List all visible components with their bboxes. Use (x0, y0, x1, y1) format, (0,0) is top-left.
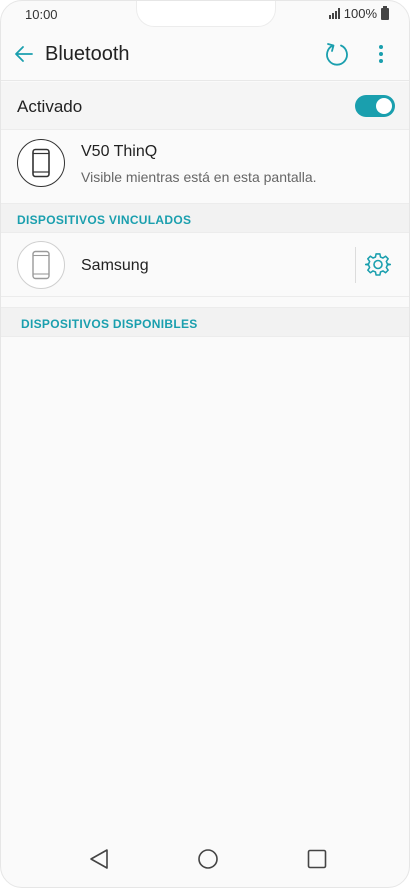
available-devices-list (1, 337, 409, 837)
bluetooth-switch[interactable] (355, 95, 395, 117)
status-bar: 10:00 100% (1, 1, 409, 29)
paired-device-name: Samsung (81, 257, 149, 274)
signal-icon (328, 8, 340, 19)
display-notch (136, 1, 276, 27)
gear-icon (364, 253, 392, 276)
battery-percent: 100% (343, 6, 377, 21)
phone-icon (32, 148, 50, 178)
switch-knob (376, 98, 392, 114)
paired-device-avatar (17, 241, 65, 289)
phone-screen: 10:00 100% Bluetooth Activado V50 ThinQ … (0, 0, 410, 888)
battery-icon (381, 5, 389, 20)
app-bar: Bluetooth (1, 29, 409, 81)
bluetooth-toggle-row[interactable]: Activado (1, 82, 409, 130)
more-options-button[interactable] (369, 40, 393, 68)
this-device-row[interactable]: V50 ThinQ Visible mientras está en esta … (1, 131, 409, 199)
status-indicators: 100% (328, 5, 389, 21)
refresh-button[interactable] (323, 40, 351, 68)
row-divider (355, 247, 356, 283)
triangle-back-icon (90, 849, 108, 869)
page-title: Bluetooth (45, 43, 130, 65)
status-time: 10:00 (25, 7, 58, 22)
available-devices-header: DISPOSITIVOS DISPONIBLES (1, 307, 409, 337)
more-vert-icon (379, 45, 383, 63)
paired-devices-title: DISPOSITIVOS VINCULADOS (17, 213, 192, 227)
bluetooth-toggle-label: Activado (17, 97, 83, 116)
nav-home-button[interactable] (197, 848, 219, 870)
device-settings-button[interactable] (364, 252, 392, 278)
circle-home-icon (198, 849, 218, 869)
nav-recents-button[interactable] (306, 848, 328, 870)
nav-back-button[interactable] (88, 847, 110, 871)
navigation-bar (1, 835, 409, 887)
device-visibility-text: Visible mientras está en esta pantalla. (81, 169, 317, 185)
refresh-icon (326, 43, 348, 66)
device-name: V50 ThinQ (81, 143, 158, 160)
paired-device-row[interactable]: Samsung (1, 233, 409, 297)
arrow-left-icon (15, 46, 33, 62)
square-recents-icon (307, 849, 327, 869)
available-devices-title: DISPOSITIVOS DISPONIBLES (21, 317, 198, 331)
back-button[interactable] (11, 41, 37, 67)
device-avatar (17, 139, 65, 187)
paired-devices-header: DISPOSITIVOS VINCULADOS (1, 203, 409, 233)
phone-icon (32, 250, 50, 280)
